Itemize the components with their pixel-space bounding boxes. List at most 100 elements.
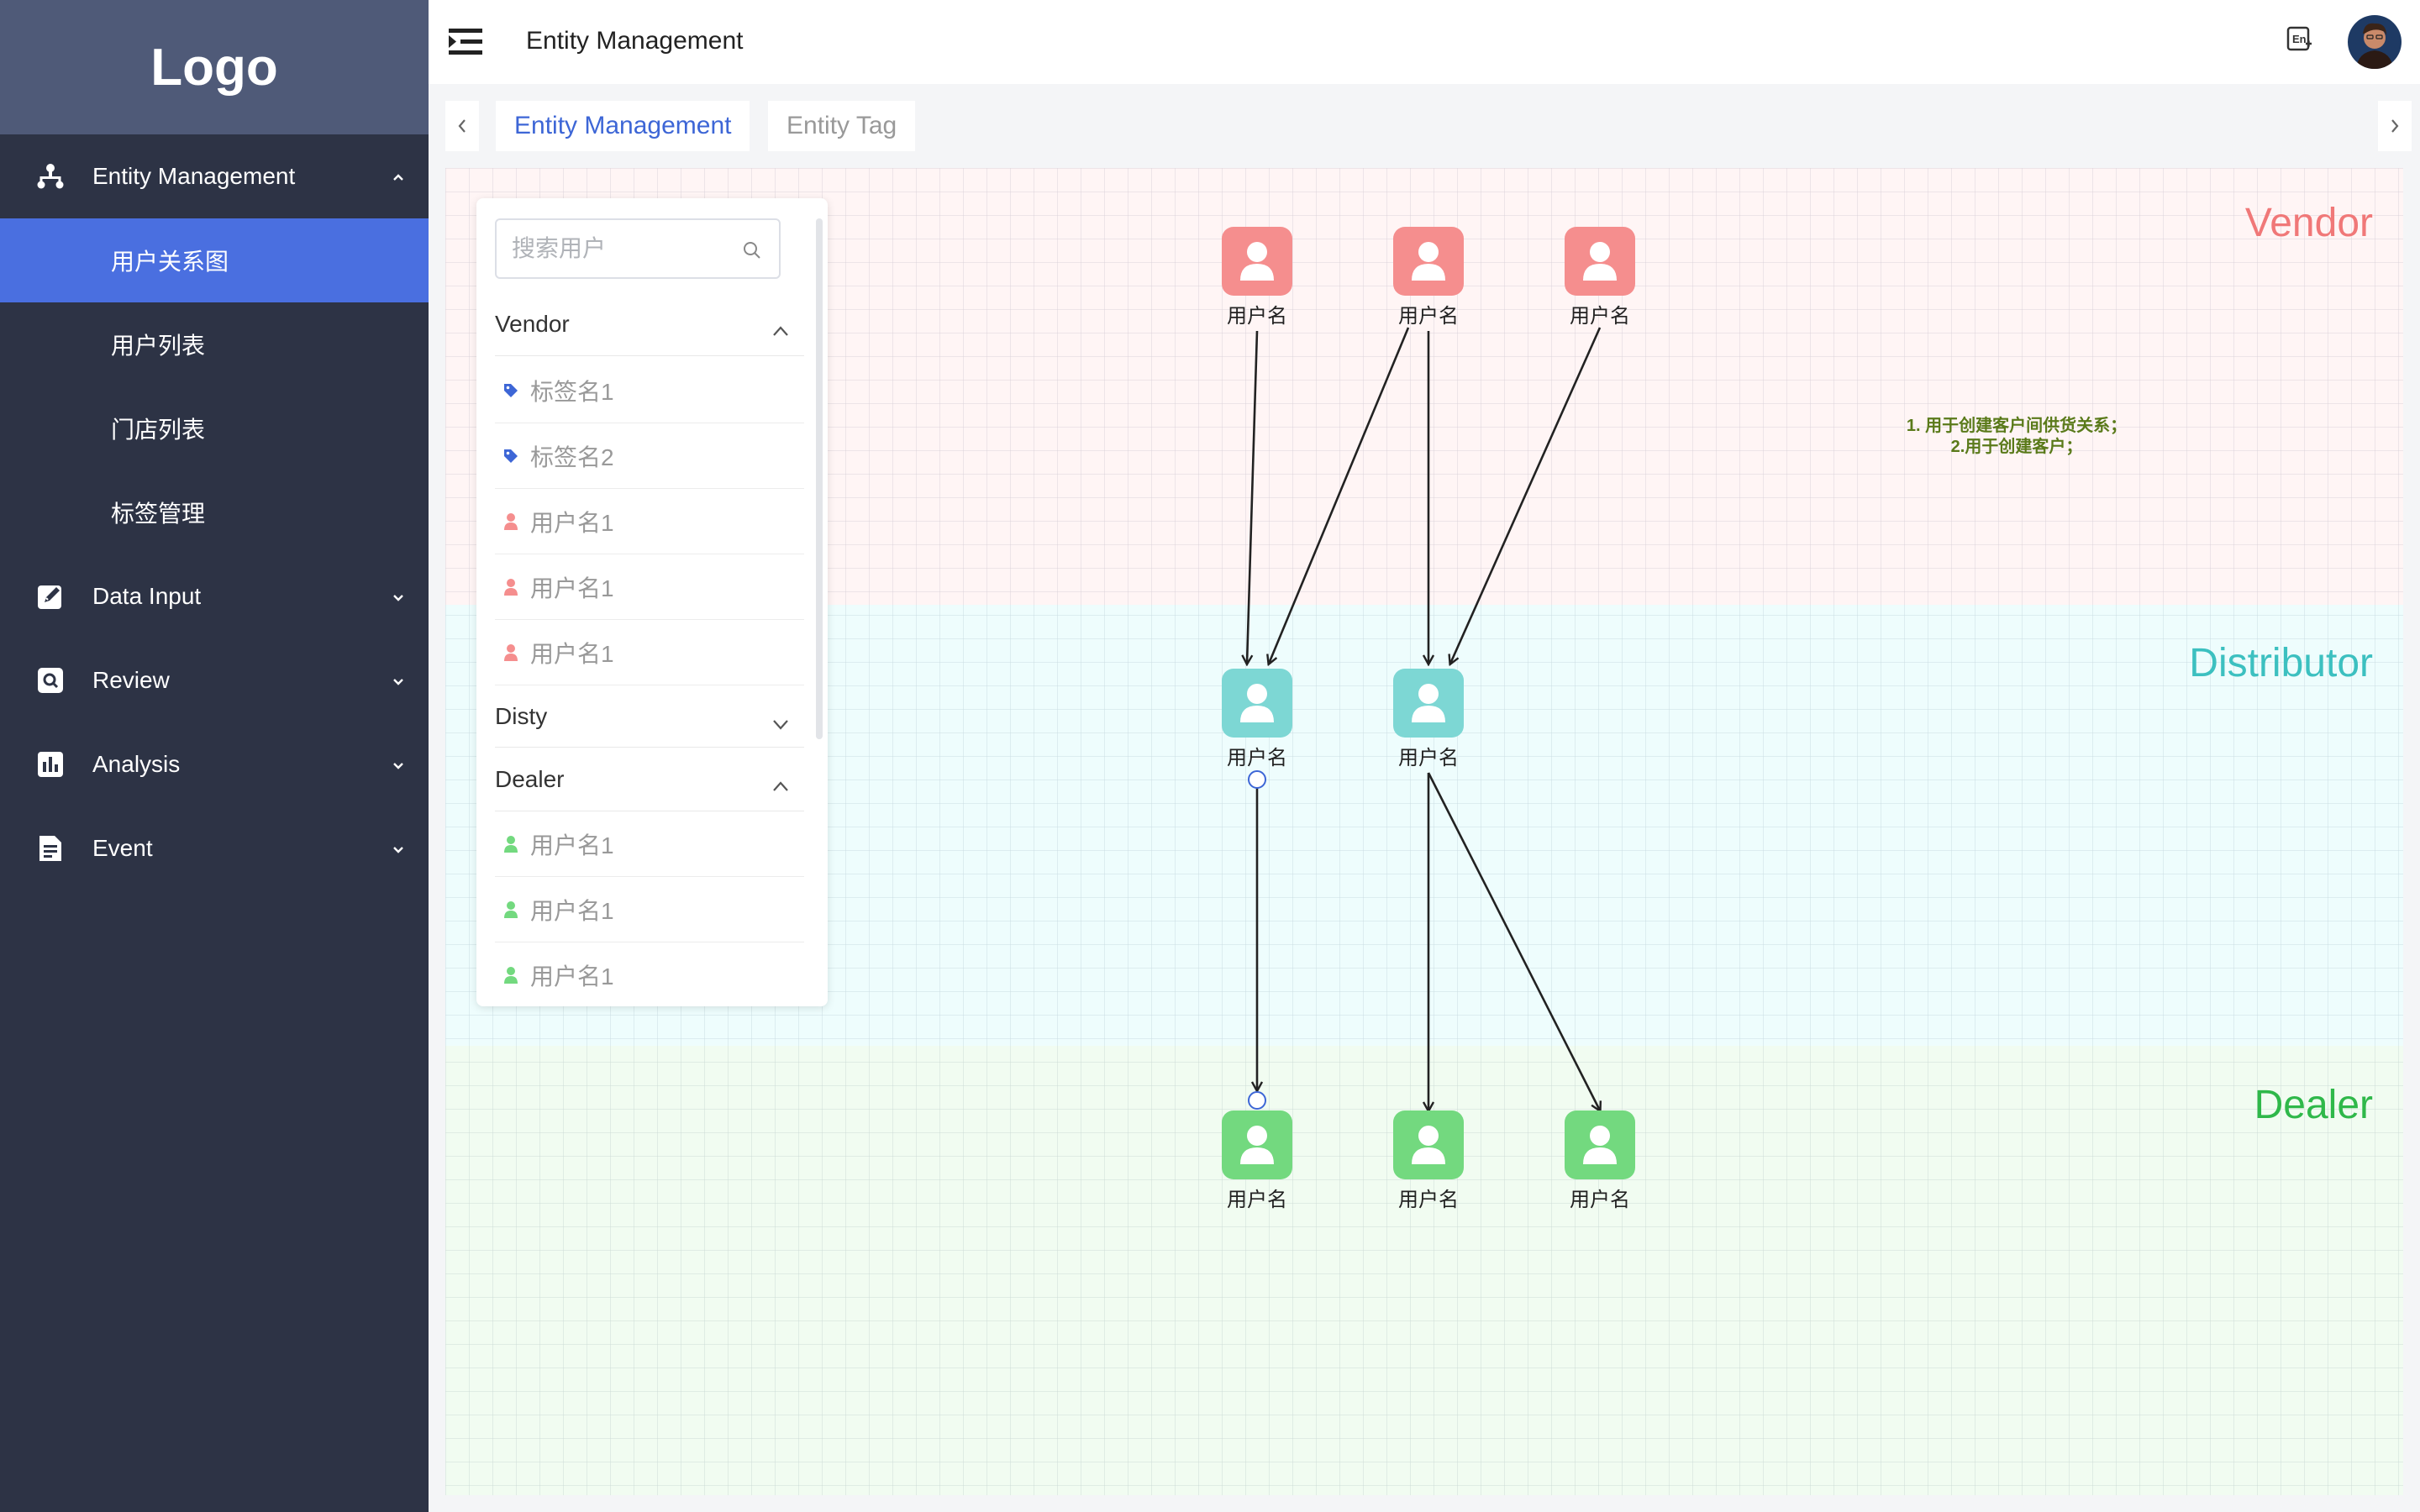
submenu-label: 用户关系图 <box>111 249 229 275</box>
chevron-up-icon <box>392 163 405 190</box>
group-label: Dealer <box>495 765 565 792</box>
list-item-user[interactable]: 用户名1 <box>495 877 804 942</box>
sitemap-icon <box>35 161 66 192</box>
node-label: 用户名 <box>1398 747 1459 769</box>
menu-review[interactable]: Review <box>0 638 429 722</box>
edge-vendor3-distributor2 <box>1450 327 1602 664</box>
submenu-user-list[interactable]: 用户列表 <box>0 302 429 386</box>
user-icon <box>1222 1110 1292 1179</box>
tabs-bar: Entity Management Entity Tag <box>429 84 2420 168</box>
user-icon <box>502 512 520 531</box>
user-icon <box>1222 669 1292 738</box>
list-item-user[interactable]: 用户名1 <box>495 489 804 554</box>
logo-area: Logo <box>0 0 429 134</box>
list-item-tag[interactable]: 标签名2 <box>495 423 804 489</box>
list-item-label: 标签名2 <box>530 444 614 470</box>
list-item-label: 用户名1 <box>530 897 614 924</box>
chevron-up-icon <box>772 771 789 798</box>
group-header-dealer[interactable]: Dealer <box>495 748 804 811</box>
user-avatar[interactable] <box>2348 15 2402 69</box>
user-icon <box>1222 227 1292 296</box>
list-item-label: 用户名1 <box>530 509 614 536</box>
list-item-label: 用户名1 <box>530 575 614 601</box>
user-icon <box>502 900 520 919</box>
user-icon <box>1393 1110 1464 1179</box>
edge-vendor2-distributor1 <box>1269 327 1410 664</box>
group-label: Vendor <box>495 310 570 337</box>
tab-entity-management[interactable]: Entity Management <box>496 101 750 151</box>
submenu-store-list[interactable]: 门店列表 <box>0 386 429 470</box>
user-icon <box>1565 1110 1635 1179</box>
list-item-label: 标签名1 <box>530 378 614 405</box>
node-dealer-1[interactable]: 用户名 <box>1215 1110 1299 1212</box>
list-item-user[interactable]: 用户名1 <box>495 811 804 877</box>
menu-label: Event <box>92 835 153 861</box>
node-label: 用户名 <box>1227 305 1287 328</box>
entity-panel: Vendor 标签名1 标签名2 用户名1 用户名1 用户名1 Disty De… <box>476 198 828 1006</box>
list-item-user[interactable]: 用户名1 <box>495 620 804 685</box>
top-header: Entity Management En <box>429 0 2420 84</box>
node-label: 用户名 <box>1570 1189 1630 1211</box>
list-item-tag[interactable]: 标签名1 <box>495 358 804 423</box>
submenu-user-relation-graph[interactable]: 用户关系图 <box>0 218 429 302</box>
node-label: 用户名 <box>1398 305 1459 328</box>
node-vendor-3[interactable]: 用户名 <box>1558 227 1642 328</box>
chevron-down-icon <box>392 751 405 778</box>
search-icon[interactable] <box>742 240 762 260</box>
tag-icon <box>502 381 520 400</box>
edit-icon <box>35 581 66 612</box>
tab-scroll-left-icon[interactable] <box>445 101 479 151</box>
tag-icon <box>502 447 520 465</box>
user-icon <box>502 643 520 662</box>
submenu-label: 用户列表 <box>111 333 206 359</box>
edge-distributor2-dealer3 <box>1427 772 1600 1110</box>
tab-entity-tag[interactable]: Entity Tag <box>768 101 916 151</box>
chevron-down-icon <box>392 583 405 610</box>
sidebar: Logo Entity Management 用户关系图 用户列表 门店列表 标… <box>0 0 429 1512</box>
language-icon[interactable]: En <box>2286 25 2316 55</box>
bar-chart-icon <box>35 749 66 780</box>
node-dealer-2[interactable]: 用户名 <box>1386 1110 1470 1212</box>
search-input[interactable] <box>512 232 739 265</box>
list-item-label: 用户名1 <box>530 640 614 667</box>
submenu-tag-management[interactable]: 标签管理 <box>0 470 429 554</box>
node-dealer-3[interactable]: 用户名 <box>1558 1110 1642 1212</box>
menu-analysis[interactable]: Analysis <box>0 722 429 806</box>
menu-entity-management[interactable]: Entity Management <box>0 134 429 218</box>
menu-data-input[interactable]: Data Input <box>0 554 429 638</box>
chevron-down-icon <box>392 667 405 694</box>
node-label: 用户名 <box>1227 1189 1287 1211</box>
menu-label: Entity Management <box>92 163 296 189</box>
chevron-up-icon <box>772 316 789 343</box>
list-item-user[interactable]: 用户名1 <box>495 554 804 620</box>
list-item-label: 用户名1 <box>530 832 614 858</box>
user-icon <box>1565 227 1635 296</box>
group-header-vendor[interactable]: Vendor <box>495 292 804 356</box>
user-icon <box>502 835 520 853</box>
panel-scrollbar[interactable] <box>816 218 823 739</box>
document-icon <box>35 833 66 864</box>
tab-scroll-right-icon[interactable] <box>2378 101 2412 151</box>
node-vendor-1[interactable]: 用户名 <box>1215 227 1299 328</box>
menu-label: Data Input <box>92 583 202 609</box>
node-distributor-1[interactable]: 用户名 <box>1215 669 1299 770</box>
node-label: 用户名 <box>1227 747 1287 769</box>
node-label: 用户名 <box>1398 1189 1459 1211</box>
connection-port <box>1248 770 1266 789</box>
node-label: 用户名 <box>1570 305 1630 328</box>
user-icon <box>1393 227 1464 296</box>
group-label: Disty <box>495 702 548 729</box>
user-icon <box>502 578 520 596</box>
submenu-label: 门店列表 <box>111 417 206 443</box>
menu-fold-icon[interactable] <box>449 27 482 57</box>
search-doc-icon <box>35 665 66 696</box>
list-item-user[interactable]: 用户名1 <box>495 942 804 1008</box>
node-distributor-2[interactable]: 用户名 <box>1386 669 1470 770</box>
group-header-disty[interactable]: Disty <box>495 685 804 748</box>
search-box <box>495 218 781 279</box>
menu-event[interactable]: Event <box>0 806 429 890</box>
list-item-label: 用户名1 <box>530 963 614 990</box>
user-icon <box>502 966 520 984</box>
node-vendor-2[interactable]: 用户名 <box>1386 227 1470 328</box>
menu-label: Analysis <box>92 751 181 777</box>
